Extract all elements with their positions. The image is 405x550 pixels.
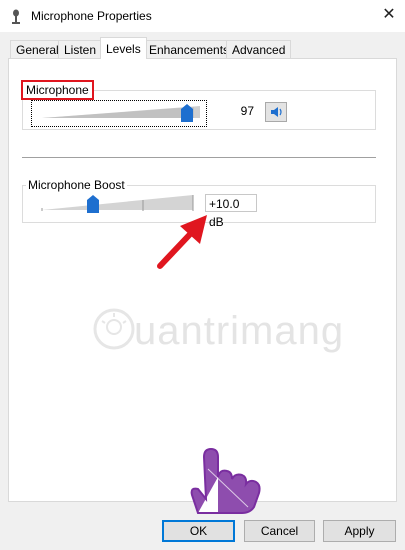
- close-button[interactable]: ✕: [379, 5, 399, 25]
- microphone-level-value[interactable]: 97: [206, 102, 258, 120]
- watermark-text: uantrimang: [134, 309, 345, 353]
- apply-button[interactable]: Apply: [323, 520, 396, 542]
- separator: [22, 157, 376, 158]
- microphone-slider[interactable]: [31, 100, 207, 127]
- tab-levels[interactable]: Levels: [100, 37, 147, 59]
- pointing-hand-icon: [190, 447, 261, 514]
- microphone-slider-track: [42, 106, 200, 118]
- microphone-label: Microphone: [21, 80, 94, 100]
- boost-slider-thumb[interactable]: [87, 195, 99, 213]
- watermark: uantrimang: [92, 305, 343, 365]
- tab-enhancements[interactable]: Enhancements: [143, 40, 236, 58]
- tab-general[interactable]: General: [10, 40, 65, 58]
- microphone-slider-thumb[interactable]: [181, 104, 193, 122]
- mute-button[interactable]: [265, 102, 287, 122]
- cancel-button[interactable]: Cancel: [244, 520, 315, 542]
- microphone-icon: [12, 9, 20, 24]
- annotation-arrow: [157, 215, 207, 269]
- speaker-icon: [271, 107, 282, 117]
- tab-advanced[interactable]: Advanced: [226, 40, 292, 58]
- ok-button[interactable]: OK: [162, 520, 235, 542]
- boost-label: Microphone Boost: [26, 178, 127, 192]
- tab-listen[interactable]: Listen: [58, 40, 103, 58]
- window-title: Microphone Properties: [31, 9, 152, 23]
- bulb-logo-icon: [93, 308, 135, 350]
